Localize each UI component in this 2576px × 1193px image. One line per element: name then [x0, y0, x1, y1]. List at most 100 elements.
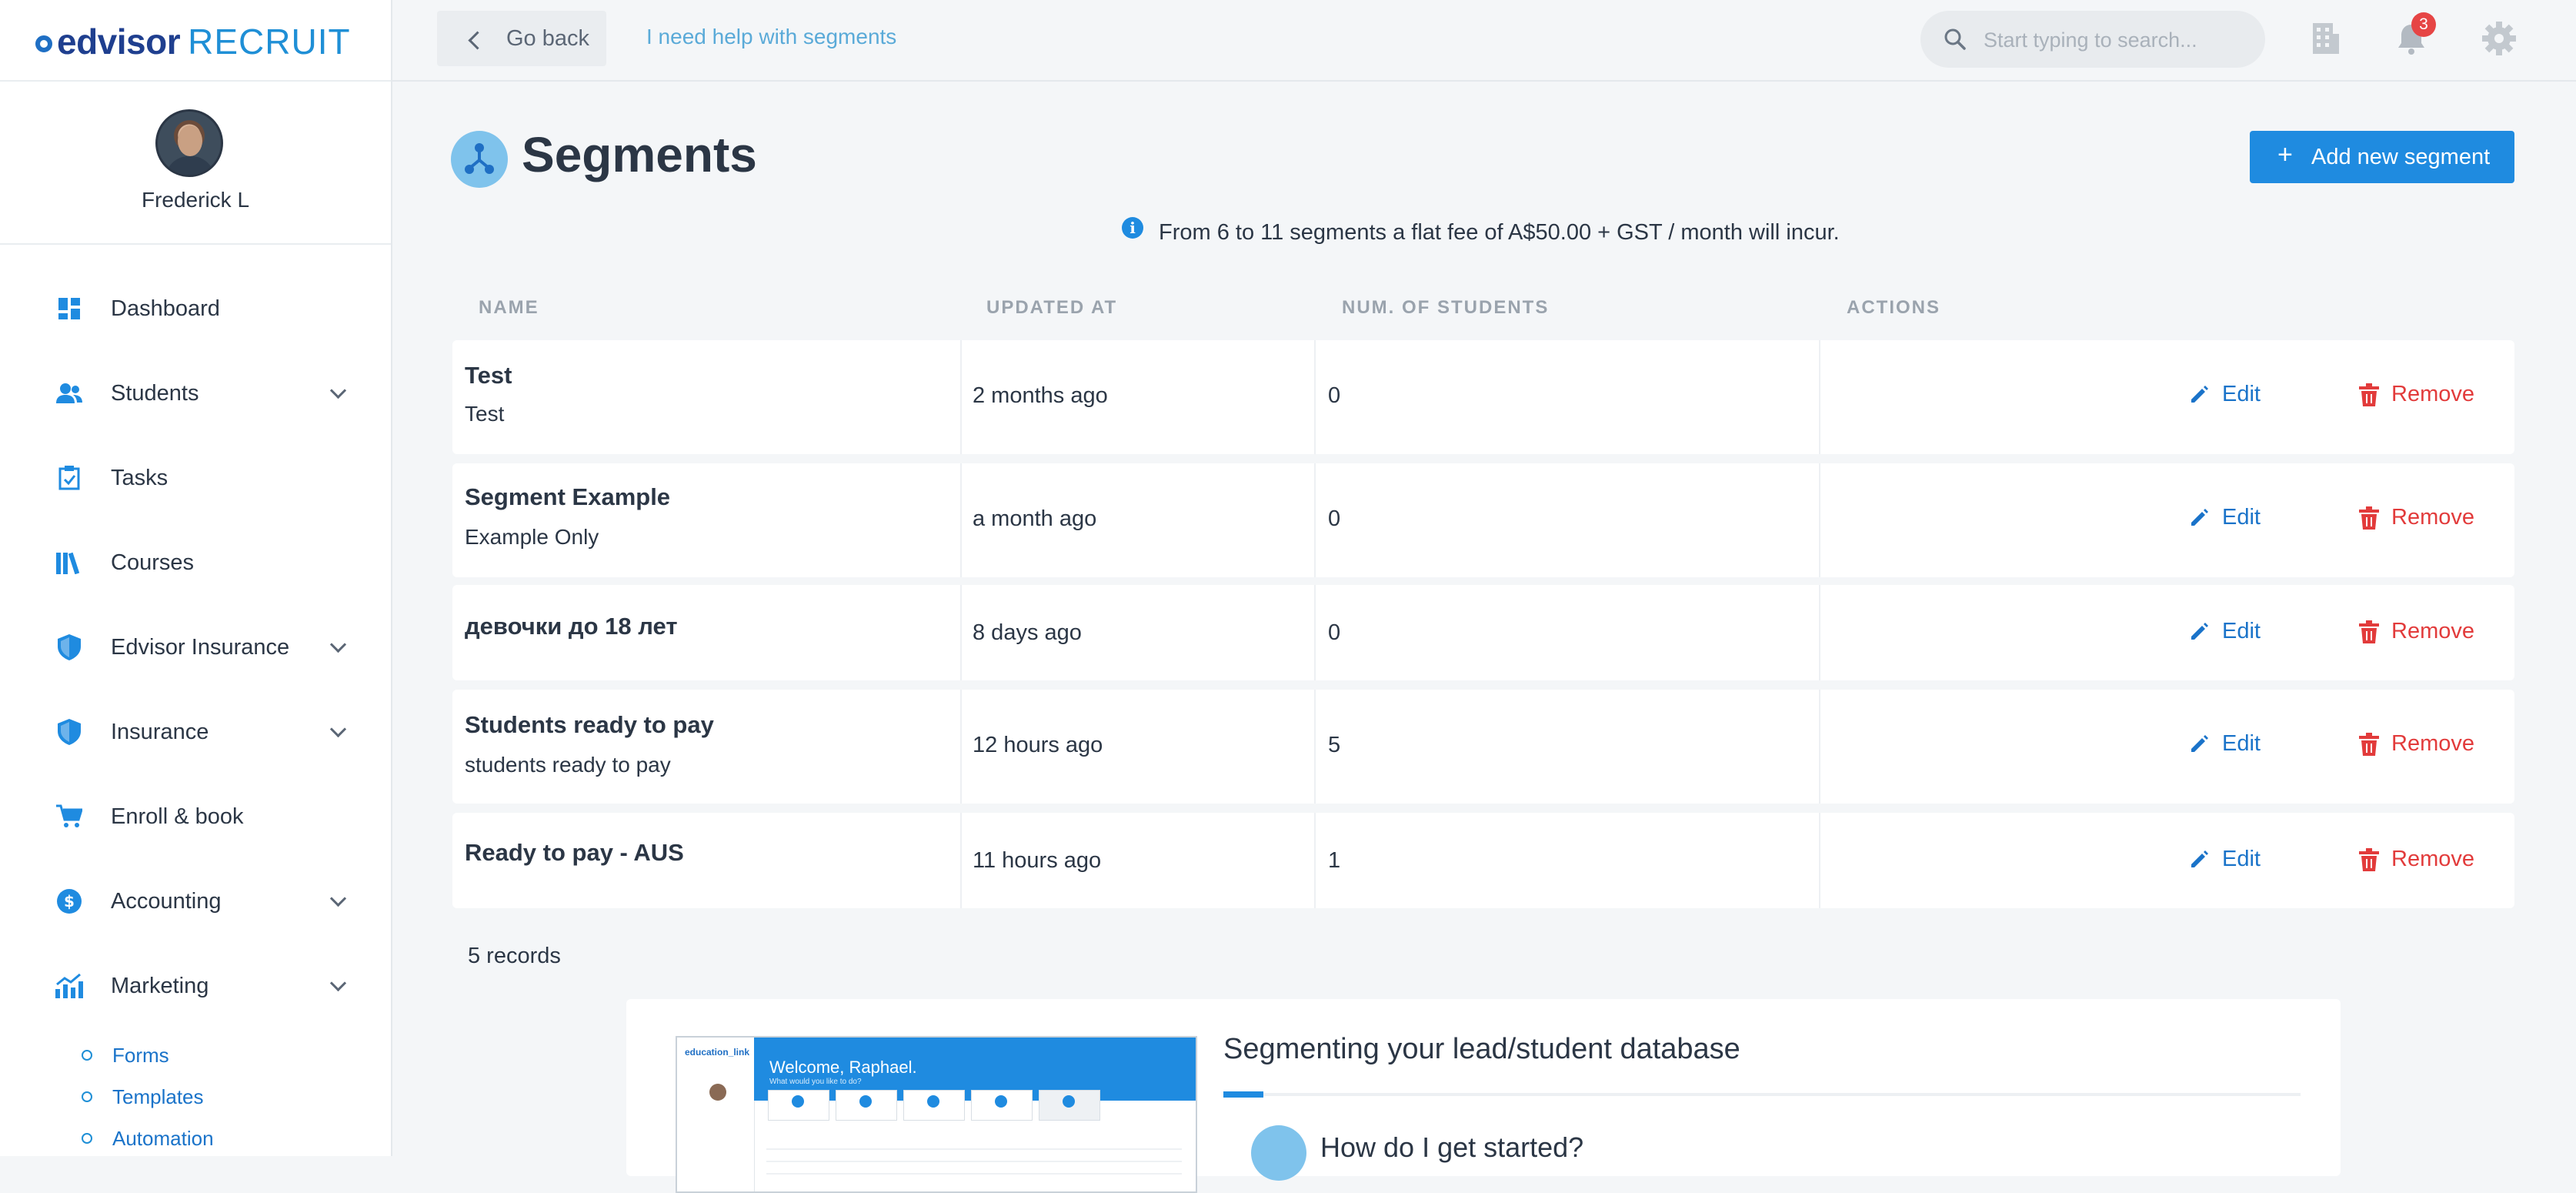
remove-button[interactable]: Remove [2359, 847, 2474, 872]
sidebar-item-enroll-book[interactable]: Enroll & book [0, 774, 391, 859]
sidebar-item-insurance[interactable]: Insurance [0, 690, 391, 774]
column-header-updated-at: UPDATED AT [986, 297, 1118, 318]
chevron-down-icon [329, 974, 347, 992]
edit-label: Edit [2222, 505, 2261, 530]
sidebar-item-label: Tasks [111, 465, 169, 490]
trash-icon [2359, 620, 2379, 643]
num-students: 0 [1328, 620, 1341, 645]
students-icon [55, 379, 83, 407]
column-divider [1819, 813, 1820, 908]
remove-button[interactable]: Remove [2359, 731, 2474, 757]
help-segments-link[interactable]: I need help with segments [646, 25, 896, 49]
chart-icon [55, 972, 83, 1000]
info-icon: i [1122, 217, 1143, 239]
sidebar-item-dashboard[interactable]: Dashboard [0, 266, 391, 351]
chevron-down-icon [329, 636, 347, 653]
sidebar-item-accounting[interactable]: $ Accounting [0, 859, 391, 944]
segments-icon [451, 131, 508, 188]
sidebar-item-marketing[interactable]: Marketing [0, 944, 391, 1028]
column-divider [960, 585, 962, 680]
user-name: Frederick L [141, 188, 250, 212]
segment-description: students ready to pay [465, 753, 671, 777]
remove-button[interactable]: Remove [2359, 619, 2474, 644]
updated-at: a month ago [973, 506, 1097, 531]
sidebar-item-tasks[interactable]: Tasks [0, 436, 391, 520]
sidebar-item-label: Marketing [111, 973, 209, 998]
help-question[interactable]: How do I get started? [1320, 1131, 1583, 1164]
search-input[interactable] [1982, 20, 2247, 60]
updated-at: 11 hours ago [973, 848, 1102, 873]
table-row: Ready to pay - AUS 11 hours ago 1 Edit R… [452, 813, 2514, 908]
logo-brand: edvisor [57, 22, 181, 62]
column-divider [1314, 690, 1316, 804]
avatar[interactable] [155, 109, 223, 177]
sidebar-nav: Dashboard Students Tasks Courses Edvisor… [0, 266, 391, 1028]
thumbnail-card [1039, 1090, 1100, 1121]
remove-button[interactable]: Remove [2359, 505, 2474, 530]
edit-button[interactable]: Edit [2188, 731, 2261, 757]
column-divider [960, 340, 962, 454]
trash-icon [2359, 847, 2379, 871]
column-divider [1314, 585, 1316, 680]
go-back-button[interactable]: Go back [437, 11, 606, 66]
sidebar-item-edvisor-insurance[interactable]: Edvisor Insurance [0, 605, 391, 690]
dollar-icon: $ [55, 887, 83, 915]
thumbnail-logo: education_link [685, 1047, 750, 1058]
svg-text:$: $ [64, 892, 75, 911]
tasks-icon [55, 464, 83, 492]
building-icon[interactable] [2307, 20, 2344, 57]
logo-dot-icon [35, 35, 52, 52]
segment-name: девочки до 18 лет [465, 613, 678, 640]
remove-label: Remove [2391, 619, 2474, 643]
num-students: 5 [1328, 733, 1341, 757]
pencil-icon [2191, 508, 2208, 526]
remove-label: Remove [2391, 731, 2474, 756]
marketing-subnav: Forms Templates Automation [0, 1034, 391, 1159]
thumbnail-subtitle: What would you like to do? [769, 1078, 862, 1086]
column-header-actions: ACTIONS [1847, 297, 1940, 318]
help-card-title: Segmenting your lead/student database [1223, 1033, 1740, 1065]
column-divider [1314, 463, 1316, 577]
remove-button[interactable]: Remove [2359, 382, 2474, 407]
subnav-item-templates[interactable]: Templates [0, 1076, 391, 1118]
plus-icon: + [2277, 140, 2293, 169]
courses-icon [55, 549, 83, 576]
cart-icon [55, 803, 83, 830]
pencil-icon [2191, 850, 2208, 867]
remove-label: Remove [2391, 847, 2474, 871]
app-logo[interactable]: edvisor RECRUIT [35, 20, 351, 63]
remove-label: Remove [2391, 505, 2474, 530]
table-row: девочки до 18 лет 8 days ago 0 Edit Remo… [452, 585, 2514, 680]
sidebar-item-students[interactable]: Students [0, 351, 391, 436]
avatar-face [178, 125, 202, 156]
column-divider [1819, 690, 1820, 804]
tutorial-thumbnail[interactable]: education_link Welcome, Raphael. What wo… [676, 1036, 1197, 1193]
edit-button[interactable]: Edit [2188, 382, 2261, 407]
column-divider [960, 813, 962, 908]
thumbnail-card [971, 1090, 1033, 1121]
thumbnail-card [836, 1090, 897, 1121]
edit-button[interactable]: Edit [2188, 505, 2261, 530]
add-new-segment-button[interactable]: + Add new segment [2250, 131, 2514, 183]
subnav-item-automation[interactable]: Automation [0, 1118, 391, 1159]
column-divider [1314, 813, 1316, 908]
divider [0, 243, 391, 245]
sidebar-item-label: Edvisor Insurance [111, 634, 290, 660]
shield-icon [55, 718, 83, 746]
sidebar-item-label: Courses [111, 550, 194, 575]
chevron-down-icon [329, 382, 347, 399]
edit-button[interactable]: Edit [2188, 847, 2261, 872]
sidebar-item-label: Accounting [111, 888, 222, 914]
sidebar-item-courses[interactable]: Courses [0, 520, 391, 605]
updated-at: 8 days ago [973, 620, 1082, 645]
segment-name: Ready to pay - AUS [465, 839, 684, 866]
trash-icon [2359, 506, 2379, 530]
num-students: 0 [1328, 383, 1341, 408]
edit-button[interactable]: Edit [2188, 619, 2261, 644]
gear-icon[interactable] [2481, 20, 2518, 57]
sidebar: edvisor RECRUIT Frederick L Dashboard St… [0, 0, 392, 1156]
pricing-notice: i From 6 to 11 segments a flat fee of A$… [1122, 217, 1840, 248]
subnav-item-forms[interactable]: Forms [0, 1034, 391, 1076]
trash-icon [2359, 732, 2379, 756]
remove-label: Remove [2391, 382, 2474, 406]
